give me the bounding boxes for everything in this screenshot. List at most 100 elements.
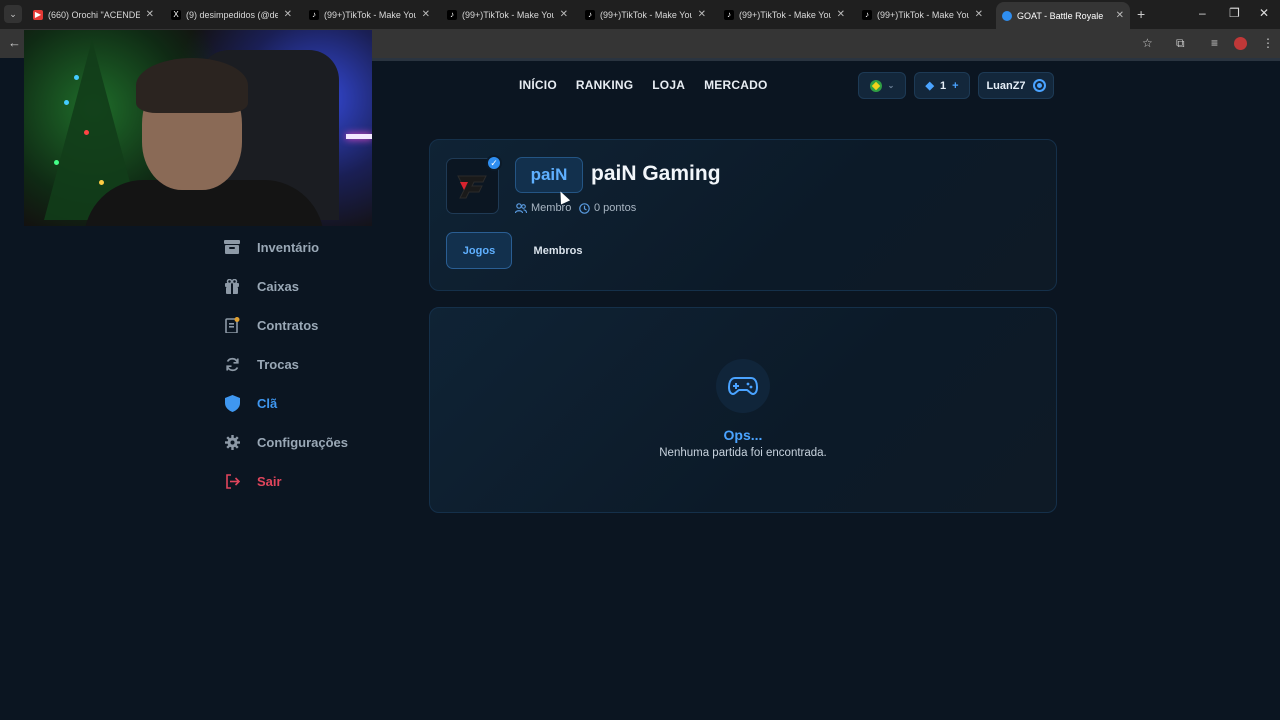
close-icon[interactable]: ✕ (284, 9, 292, 20)
bookmark-star-icon[interactable]: ☆ (1142, 36, 1153, 50)
person-hair-image (136, 58, 248, 113)
clock-icon (579, 202, 590, 214)
sidebar-item-label: Caixas (257, 278, 299, 294)
maximize-button[interactable]: ❐ (1229, 6, 1240, 20)
tab-title: (9) desimpedidos (@desi (186, 9, 278, 20)
tab-membros[interactable]: Membros (522, 232, 594, 269)
tab-title: (99+)TikTok - Make Your (600, 9, 692, 20)
gift-icon (224, 278, 240, 294)
gear-icon (224, 434, 240, 450)
empty-state-message: Nenhuma partida foi encontrada. (659, 447, 827, 459)
diamond-icon: ◆ (925, 80, 934, 92)
archive-icon (224, 239, 240, 255)
nav-link-inicio[interactable]: INÍCIO (519, 78, 557, 92)
sidebar-item-contratos[interactable]: Contratos (224, 315, 318, 335)
sidebar-item-label: Trocas (257, 356, 299, 372)
clan-points: 0 pontos (579, 202, 636, 214)
clan-name: paiN Gaming (591, 162, 721, 185)
browser-tab-active[interactable]: GOAT - Battle Royale ✕ (996, 2, 1130, 29)
clan-role-label: Membro (531, 202, 572, 214)
close-icon[interactable]: ✕ (422, 9, 430, 20)
sidebar-item-label: Clã (257, 395, 278, 411)
empty-state-title: Ops... (723, 427, 763, 443)
clan-header-card: ✓ paiN paiN Gaming Membro 0 pontos Jogos… (429, 139, 1057, 291)
goat-icon (1002, 10, 1012, 21)
browser-tab[interactable]: ♪ (99+)TikTok - Make Your ✕ (303, 3, 436, 26)
media-queue-icon[interactable]: ≡ (1211, 36, 1218, 50)
tab-title: (99+)TikTok - Make Your (739, 9, 831, 20)
tab-title: (99+)TikTok - Make Your (324, 9, 416, 20)
browser-tab[interactable]: ▶ (660) Orochi "ACENDE O ✕ (27, 3, 160, 26)
browser-tab[interactable]: ♪ (99+)TikTok - Make Your ✕ (579, 3, 712, 26)
back-arrow-icon[interactable]: ← (8, 35, 21, 50)
close-icon[interactable]: ✕ (560, 9, 568, 20)
tree-light (54, 160, 59, 165)
tiktok-icon: ♪ (447, 9, 457, 20)
pain-logo-icon (456, 175, 487, 199)
sidebar-item-cla[interactable]: Clã (224, 393, 277, 413)
sidebar-item-configuracoes[interactable]: Configurações (224, 432, 348, 452)
close-icon[interactable]: ✕ (698, 9, 706, 20)
browser-tab[interactable]: ♪ (99+)TikTok - Make Your ✕ (856, 3, 989, 26)
tab-jogos[interactable]: Jogos (446, 232, 512, 269)
browser-tab[interactable]: ♪ (99+)TikTok - Make Your ✕ (718, 3, 851, 26)
language-selector[interactable]: ⌄ (858, 72, 906, 99)
nav-link-loja[interactable]: LOJA (652, 78, 685, 92)
gems-balance[interactable]: ◆ 1 + (914, 72, 970, 99)
minimize-button[interactable]: – (1199, 6, 1206, 20)
shield-icon (224, 394, 240, 412)
profile-avatar[interactable] (1234, 37, 1247, 50)
extensions-icon[interactable]: ⧉ (1176, 36, 1185, 51)
user-menu[interactable]: LuanZ7 (978, 72, 1054, 99)
browser-tab-strip: ⌄ ▶ (660) Orochi "ACENDE O ✕ X (9) desim… (0, 0, 1280, 29)
tiktok-icon: ♪ (862, 9, 872, 20)
nav-link-ranking[interactable]: RANKING (576, 78, 633, 92)
contract-icon (224, 317, 240, 333)
tiktok-icon: ♪ (585, 9, 595, 20)
close-window-button[interactable]: ✕ (1259, 6, 1269, 20)
gamepad-icon (716, 359, 770, 413)
close-icon[interactable]: ✕ (146, 9, 154, 20)
sidebar-item-label: Sair (257, 473, 282, 489)
tree-light (99, 180, 104, 185)
clan-tag-badge: paiN (515, 157, 583, 193)
tab-title: GOAT - Battle Royale (1017, 10, 1104, 21)
clan-role: Membro (515, 202, 571, 214)
tree-light (64, 100, 69, 105)
logout-icon (224, 473, 240, 489)
add-gems-icon[interactable]: + (952, 80, 958, 92)
sidebar-item-inventario[interactable]: Inventário (224, 237, 319, 257)
sidebar-item-label: Contratos (257, 317, 319, 333)
refresh-icon (224, 356, 240, 372)
sidebar-item-label: Configurações (257, 434, 349, 450)
sidebar-item-trocas[interactable]: Trocas (224, 354, 299, 374)
close-icon[interactable]: ✕ (837, 9, 845, 20)
sidebar-item-sair[interactable]: Sair (224, 471, 282, 491)
neon-light-image (346, 134, 372, 139)
user-avatar-icon (1032, 79, 1046, 92)
tree-light (84, 130, 89, 135)
main-nav: INÍCIO RANKING LOJA MERCADO (519, 78, 768, 92)
webcam-overlay (24, 30, 372, 226)
youtube-icon: ▶ (33, 9, 43, 20)
brazil-flag-icon (869, 79, 882, 92)
new-tab-button[interactable]: + (1137, 6, 1145, 22)
more-menu-icon[interactable]: ⋮ (1262, 36, 1274, 50)
page-divider (372, 58, 1280, 61)
sidebar-item-caixas[interactable]: Caixas (224, 276, 299, 296)
tab-search-icon[interactable]: ⌄ (4, 5, 22, 23)
users-icon (515, 202, 527, 213)
tab-title: (99+)TikTok - Make Your (877, 9, 969, 20)
close-icon[interactable]: ✕ (1116, 10, 1124, 21)
matches-empty-card: Ops... Nenhuma partida foi encontrada. (429, 307, 1057, 513)
username: LuanZ7 (986, 79, 1026, 92)
nav-link-mercado[interactable]: MERCADO (704, 78, 767, 92)
close-icon[interactable]: ✕ (975, 9, 983, 20)
chevron-down-icon: ⌄ (887, 81, 895, 90)
tab-title: (99+)TikTok - Make Your (462, 9, 554, 20)
verified-check-icon: ✓ (486, 155, 502, 171)
sidebar-item-label: Inventário (257, 239, 320, 255)
tiktok-icon: ♪ (724, 9, 734, 20)
browser-tab[interactable]: X (9) desimpedidos (@desi ✕ (165, 3, 298, 26)
browser-tab[interactable]: ♪ (99+)TikTok - Make Your ✕ (441, 3, 574, 26)
